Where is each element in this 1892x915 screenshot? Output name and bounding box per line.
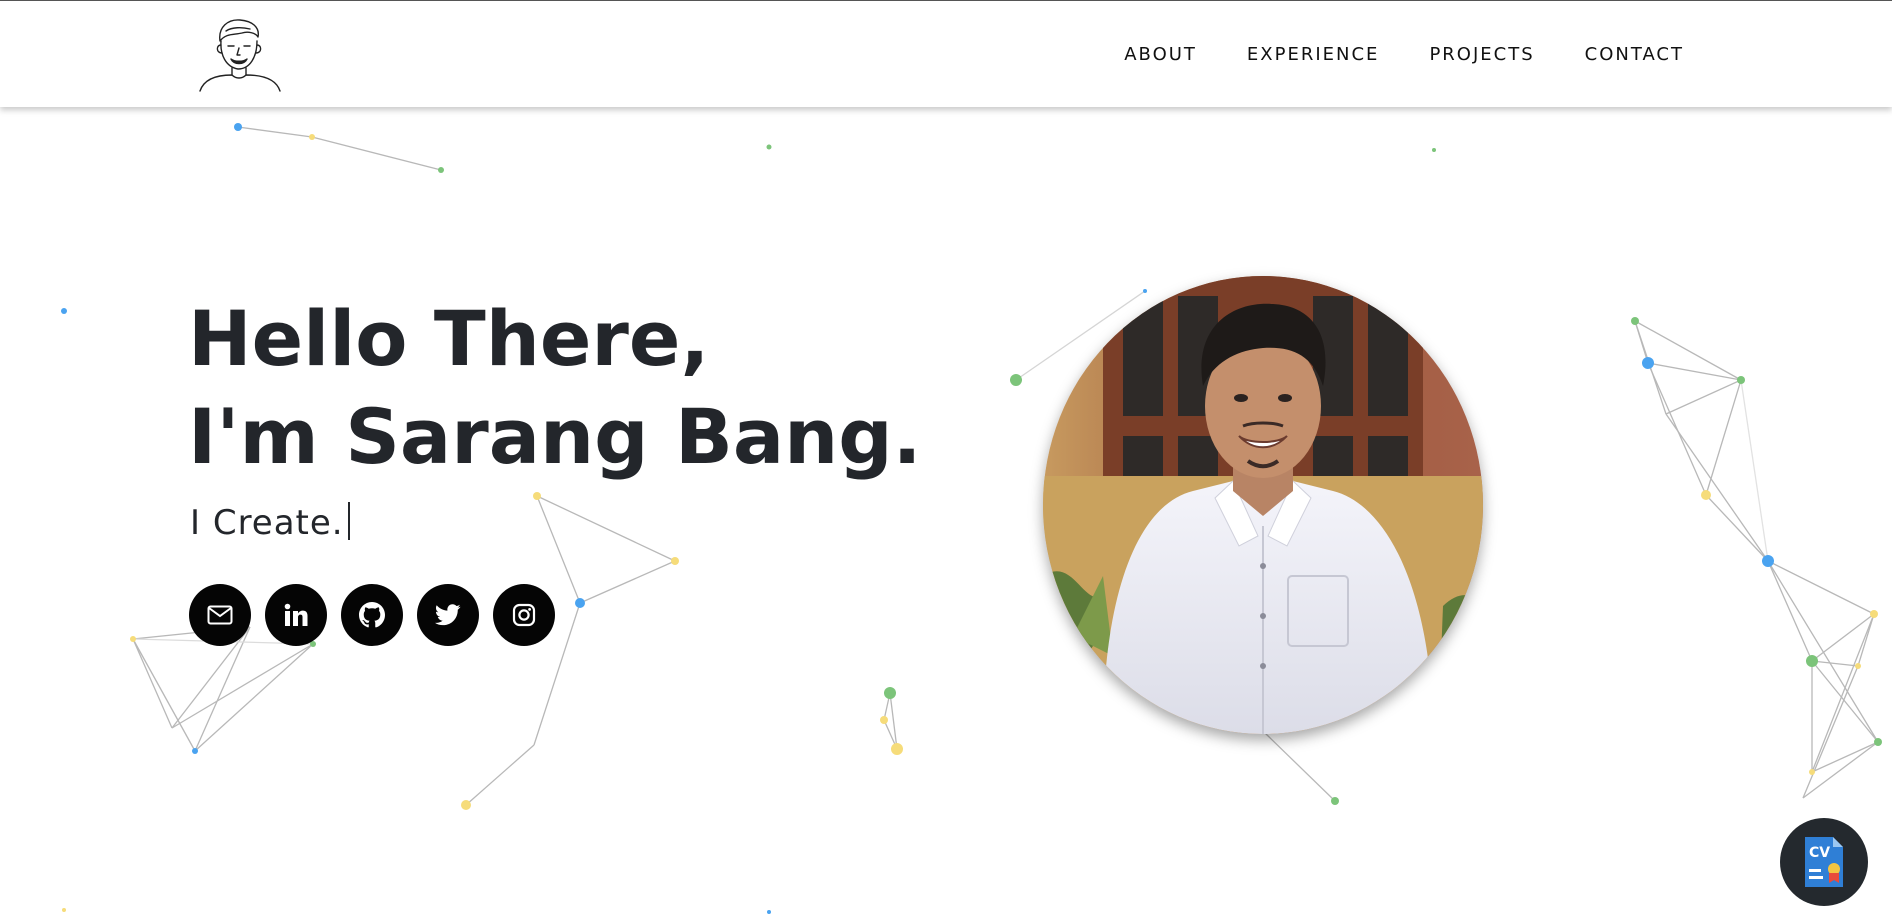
profile-photo — [1043, 276, 1483, 734]
hero-greeting-line1: Hello There, — [188, 294, 710, 383]
nav-link-projects[interactable]: PROJECTS — [1429, 44, 1534, 65]
typed-text: I Create. — [190, 503, 344, 543]
cv-document-icon: CV — [1805, 837, 1843, 887]
mail-button[interactable] — [189, 584, 251, 646]
nav-link-experience[interactable]: EXPERIENCE — [1247, 44, 1380, 65]
nav-links: ABOUT EXPERIENCE PROJECTS CONTACT — [1074, 1, 1684, 107]
navbar: ABOUT EXPERIENCE PROJECTS CONTACT — [0, 0, 1892, 107]
linkedin-button[interactable] — [265, 584, 327, 646]
cv-download-button[interactable]: CV — [1780, 818, 1868, 906]
cv-label: CV — [1809, 845, 1830, 861]
nav-link-contact[interactable]: CONTACT — [1585, 44, 1684, 65]
mail-icon — [207, 605, 233, 625]
github-button[interactable] — [341, 584, 403, 646]
hero-greeting-line2: I'm Sarang Bang. — [188, 392, 922, 481]
instagram-icon — [512, 603, 536, 627]
avatar-sketch-logo[interactable] — [198, 15, 282, 93]
typing-cursor — [347, 502, 350, 540]
instagram-button[interactable] — [493, 584, 555, 646]
github-icon — [359, 602, 385, 628]
typed-tagline: I Create. — [190, 502, 350, 543]
twitter-icon — [435, 604, 461, 626]
linkedin-icon — [284, 603, 308, 626]
social-links — [189, 584, 555, 646]
hero-title: Hello There, I'm Sarang Bang. — [188, 290, 922, 486]
nav-link-about[interactable]: ABOUT — [1124, 44, 1197, 65]
twitter-button[interactable] — [417, 584, 479, 646]
profile-photo-illustration — [1043, 276, 1483, 734]
page: ABOUT EXPERIENCE PROJECTS CONTACT Hello … — [0, 0, 1892, 915]
